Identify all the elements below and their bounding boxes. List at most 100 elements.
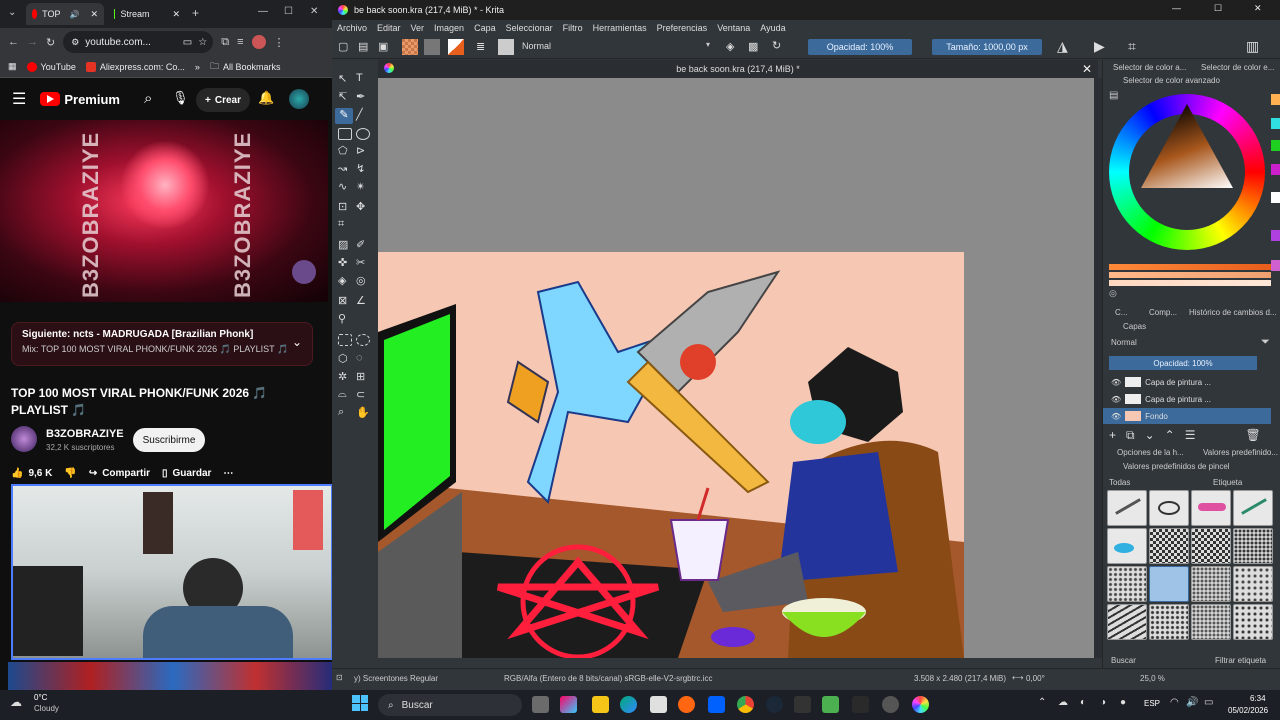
copilot-icon[interactable]	[560, 696, 577, 713]
close-tab-icon[interactable]: ✕	[172, 9, 180, 20]
brush-preset[interactable]	[1107, 490, 1147, 526]
brush-preset[interactable]	[1233, 566, 1273, 602]
fg-bg-color-swatch[interactable]	[448, 39, 464, 55]
status-color-profile[interactable]: RGB/Alfa (Entero de 8 bits/canal) sRGB-e…	[504, 674, 713, 683]
rectangle-tool-icon[interactable]	[338, 128, 352, 140]
brush-preset[interactable]	[1107, 528, 1147, 564]
minecraft-icon[interactable]	[822, 696, 839, 713]
menu-archivo[interactable]: Archivo	[337, 23, 367, 33]
edge-icon[interactable]	[620, 696, 637, 713]
opacity-slider[interactable]: Opacidad: 100%	[808, 39, 912, 55]
wrap-around-icon[interactable]: ⌗	[1128, 38, 1136, 55]
measure-tool-icon[interactable]: ∠	[356, 294, 366, 307]
reload-icon[interactable]: ↻	[46, 36, 55, 49]
close-tab-icon[interactable]: ✕	[90, 9, 98, 20]
eye-icon[interactable]: 👁	[1111, 395, 1121, 404]
transform-tool-icon[interactable]: ⊡	[338, 200, 347, 213]
layer-blend-mode[interactable]: Normal	[1111, 338, 1137, 347]
color-strip[interactable]	[1109, 264, 1271, 270]
move-down-icon[interactable]: ⌄	[1145, 428, 1155, 443]
krita-taskbar-icon[interactable]	[912, 696, 929, 713]
microphone-icon[interactable]: 🎙	[172, 90, 189, 106]
tray-cloud-icon[interactable]: ☁	[1058, 697, 1068, 708]
reference-tool-icon[interactable]: ⚲	[338, 312, 346, 325]
assistant-tool-icon[interactable]: ✂	[356, 256, 365, 269]
color-swatch[interactable]	[1271, 192, 1280, 203]
brush-settings-icon[interactable]: ≣	[476, 40, 485, 53]
share-button[interactable]: ↪ Compartir	[89, 468, 150, 479]
all-bookmarks[interactable]: 🗀 All Bookmarks	[210, 59, 281, 75]
chrome-icon[interactable]	[737, 696, 754, 713]
menu-filtro[interactable]: Filtro	[563, 23, 583, 33]
close-document-icon[interactable]: ✕	[1082, 62, 1092, 76]
menu-editar[interactable]: Editar	[377, 23, 401, 33]
presets-tab[interactable]: Valores predefinido...	[1203, 448, 1278, 457]
polyline-tool-icon[interactable]: ⊳	[356, 144, 365, 157]
canvas[interactable]	[378, 252, 964, 658]
ellipse-tool-icon[interactable]	[356, 128, 370, 140]
status-zoom[interactable]: 25,0 %	[1140, 674, 1165, 683]
dynamic-brush-icon[interactable]: ∿	[338, 180, 347, 193]
language-indicator[interactable]: ESP	[1144, 699, 1160, 708]
account-avatar[interactable]	[289, 89, 309, 109]
eraser-icon[interactable]: ◈	[726, 40, 734, 53]
cast-icon[interactable]: ▭	[183, 37, 192, 48]
more-actions-icon[interactable]: ⋯	[223, 468, 233, 479]
add-layer-icon[interactable]: +	[1109, 428, 1116, 443]
task-view-icon[interactable]	[532, 696, 549, 713]
color-picker-icon[interactable]: ✐	[356, 238, 365, 251]
back-icon[interactable]: ←	[8, 36, 19, 48]
gradient-swatch[interactable]	[402, 39, 418, 55]
workspace-icon[interactable]: ▥	[1246, 38, 1259, 55]
contiguous-select-icon[interactable]: ✲	[338, 370, 347, 383]
menu-imagen[interactable]: Imagen	[434, 23, 464, 33]
delete-layer-icon[interactable]: 🗑	[1245, 428, 1260, 443]
canvas-area[interactable]	[378, 78, 1094, 658]
color-swatch[interactable]	[1271, 140, 1280, 151]
polygon-tool-icon[interactable]: ⬠	[338, 144, 348, 157]
filter-tag-checkbox[interactable]: Filtrar etiqueta	[1215, 656, 1266, 665]
bookmark-youtube[interactable]: YouTube	[26, 61, 76, 72]
pattern-swatch[interactable]	[424, 39, 440, 55]
taskbar-search[interactable]: ⌕ Buscar	[378, 694, 522, 716]
document-tab[interactable]: be back soon.kra (217,4 MiB) * ✕	[378, 60, 1098, 78]
freehand-select-icon[interactable]: ◌	[356, 352, 363, 364]
menu-preferencias[interactable]: Preferencias	[657, 23, 708, 33]
up-next-box[interactable]: Siguiente: ncts - MADRUGADA [Brazilian P…	[11, 322, 313, 366]
related-thumbnails[interactable]	[8, 662, 332, 690]
brush-preset[interactable]	[1107, 604, 1147, 640]
notifications-bell-icon[interactable]: 🔔	[258, 90, 274, 106]
eye-icon[interactable]: 👁	[1111, 412, 1121, 421]
filter-icon[interactable]: ⏷	[1261, 336, 1270, 349]
text-tool-icon[interactable]: T	[356, 72, 363, 84]
brush-preset[interactable]	[1191, 490, 1231, 526]
canvas-scrollbar[interactable]	[1094, 78, 1102, 658]
presets-filter-select[interactable]: Todas	[1109, 478, 1130, 487]
tray-icon[interactable]: ●	[1120, 697, 1126, 708]
firefox-icon[interactable]	[678, 696, 695, 713]
color-swatch[interactable]	[1271, 164, 1280, 175]
color-swatch[interactable]	[1271, 230, 1280, 241]
dislike-button[interactable]: 👎	[64, 468, 76, 479]
brush-preset[interactable]	[1107, 566, 1147, 602]
layers-tab-comp[interactable]: Comp...	[1149, 308, 1177, 317]
site-info-icon[interactable]: ⚙	[71, 37, 79, 48]
layers-tab-history[interactable]: Histórico de cambios d...	[1189, 308, 1277, 317]
brush-preset[interactable]	[1191, 604, 1231, 640]
brush-preset[interactable]	[1233, 528, 1273, 564]
youtube-logo[interactable]: Premium	[40, 92, 120, 107]
gradient-tool-icon[interactable]: ▨	[338, 238, 348, 251]
menu-ventana[interactable]: Ventana	[717, 23, 750, 33]
clock-time[interactable]: 6:34	[1250, 694, 1266, 703]
smart-patch-icon[interactable]: ✜	[338, 256, 347, 269]
select-shapes-icon[interactable]: ↖	[338, 72, 347, 85]
extensions-icon[interactable]: ⧉	[221, 36, 229, 49]
move-up-icon[interactable]: ⌃	[1165, 428, 1175, 443]
brush-preset-icon[interactable]	[498, 39, 514, 55]
epic-games-icon[interactable]	[852, 696, 869, 713]
layer-row[interactable]: 👁 Capa de pintura ...	[1103, 391, 1271, 407]
tab-search-icon[interactable]: ⌄	[8, 7, 16, 18]
duplicate-layer-icon[interactable]: ⧉	[1126, 428, 1135, 443]
close-window-icon[interactable]: ✕	[310, 6, 318, 17]
media-icon[interactable]: ≡	[237, 36, 243, 48]
